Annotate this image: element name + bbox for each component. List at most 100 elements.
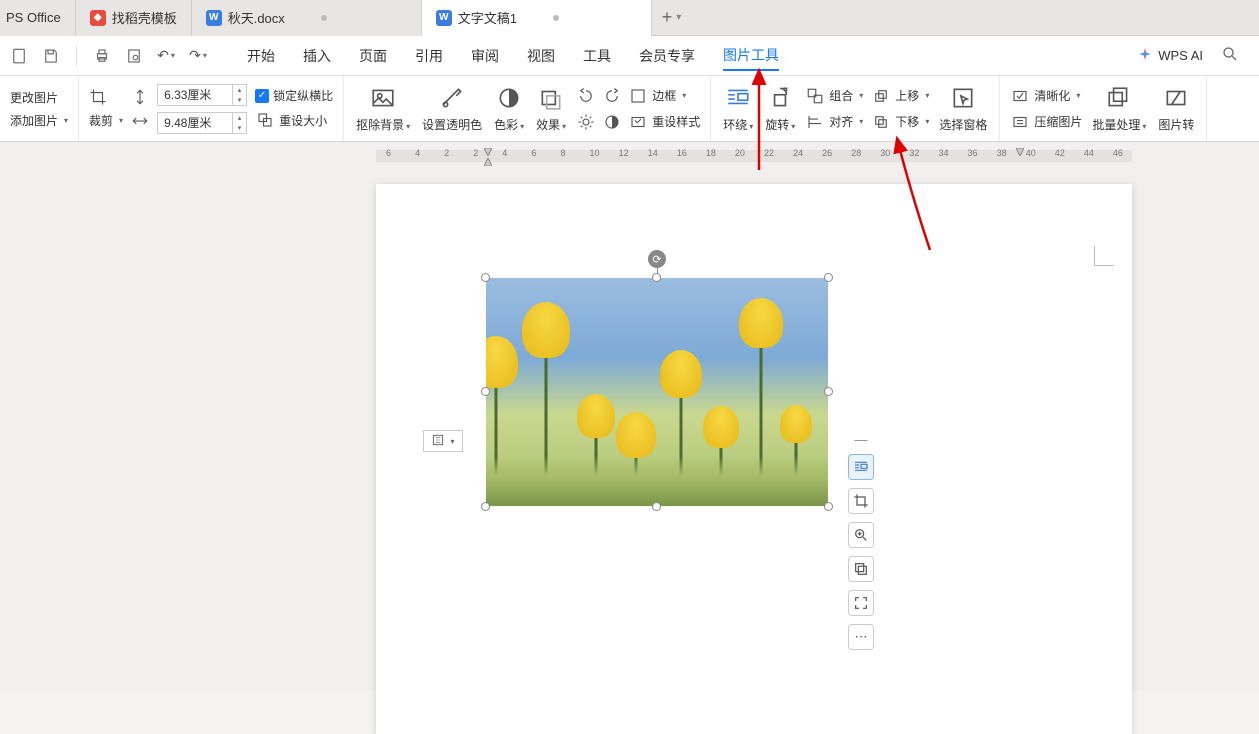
side-duplicate-button[interactable] xyxy=(848,556,874,582)
save-icon[interactable] xyxy=(42,47,60,65)
align-icon xyxy=(805,112,825,132)
side-zoom-button[interactable] xyxy=(848,522,874,548)
effect-button[interactable]: 效果▾ xyxy=(534,84,568,133)
new-tab-button[interactable]: + ▾ xyxy=(652,7,692,28)
resize-handle-se[interactable] xyxy=(824,502,833,511)
app-tab[interactable]: PS Office xyxy=(0,0,76,36)
change-picture-button[interactable]: 更改图片 xyxy=(10,89,68,106)
indent-marker[interactable] xyxy=(484,148,492,156)
layout-options-button[interactable]: ▾ xyxy=(423,430,463,452)
rotate-right-icon[interactable] xyxy=(602,86,622,106)
set-transparent-button[interactable]: 设置透明色 xyxy=(420,84,484,133)
image-placeholder xyxy=(486,278,828,506)
ruler-tick: 42 xyxy=(1055,148,1065,158)
wrap-button[interactable]: 环绕▾ xyxy=(721,84,755,133)
width-icon xyxy=(131,112,149,130)
resize-handle-sw[interactable] xyxy=(481,502,490,511)
side-more-button[interactable]: ⋯ xyxy=(848,624,874,650)
reset-style-icon xyxy=(628,112,648,132)
tab-dirty-icon xyxy=(321,15,327,21)
resize-handle-nw[interactable] xyxy=(481,273,490,282)
resize-handle-s[interactable] xyxy=(652,502,661,511)
border-button[interactable]: 边框▾ xyxy=(628,86,686,106)
clarity-button[interactable]: 清晰化▾ xyxy=(1010,86,1082,106)
ruler-tick: 28 xyxy=(851,148,861,158)
down-icon xyxy=(871,112,891,132)
wps-ai-button[interactable]: WPS AI xyxy=(1138,47,1203,64)
preview-icon[interactable] xyxy=(125,47,143,65)
selected-image[interactable]: ⟳ xyxy=(486,278,828,506)
group-icon xyxy=(805,86,825,106)
ribbon-group-adjust: 抠除背景▾ 设置透明色 色彩▾ 效果▾ 边框▾ 重设样式 xyxy=(344,76,711,141)
move-down-button[interactable]: 下移▾ xyxy=(871,112,929,132)
color-icon xyxy=(495,84,523,112)
side-fullscreen-button[interactable] xyxy=(848,590,874,616)
move-up-button[interactable]: 上移▾ xyxy=(871,86,929,106)
contrast-icon[interactable] xyxy=(602,112,622,132)
horizontal-ruler[interactable]: 6422468101214161820222426283032343638404… xyxy=(376,148,1132,164)
resize-handle-ne[interactable] xyxy=(824,273,833,282)
height-input[interactable]: 6.33厘米▴▾ xyxy=(157,84,247,106)
crop-button[interactable]: 裁剪▾ xyxy=(89,112,123,129)
print-icon[interactable] xyxy=(93,47,111,65)
reset-style-button[interactable]: 重设样式 xyxy=(628,112,700,132)
undo-icon[interactable]: ↶▾ xyxy=(157,47,175,65)
selection-pane-button[interactable]: 选择窗格 xyxy=(937,84,989,133)
border-icon xyxy=(628,86,648,106)
redo-icon[interactable]: ↷▾ xyxy=(189,47,207,65)
lock-ratio-checkbox[interactable]: ✓锁定纵横比 xyxy=(255,87,333,104)
remove-bg-button[interactable]: 抠除背景▾ xyxy=(354,84,412,133)
menu-reference[interactable]: 引用 xyxy=(415,42,443,70)
doc-tab-autumn[interactable]: W 秋天.docx xyxy=(192,0,422,36)
collapse-icon[interactable]: — xyxy=(848,432,874,446)
resize-handle-w[interactable] xyxy=(481,387,490,396)
menu-bar: ↶▾ ↷▾ 开始 插入 页面 引用 审阅 视图 工具 会员专享 图片工具 WPS… xyxy=(0,36,1259,76)
width-input[interactable]: 9.48厘米▴▾ xyxy=(157,112,247,134)
menu-start[interactable]: 开始 xyxy=(247,42,275,70)
file-icon[interactable] xyxy=(10,47,28,65)
reset-size-button[interactable]: 重设大小 xyxy=(255,110,333,130)
brightness-icon[interactable] xyxy=(576,112,596,132)
doc-tab-current[interactable]: W 文字文稿1 xyxy=(422,0,652,36)
side-wrap-button[interactable] xyxy=(848,454,874,480)
side-crop-button[interactable] xyxy=(848,488,874,514)
resize-handle-n[interactable] xyxy=(652,273,661,282)
indent-marker[interactable] xyxy=(484,158,492,166)
menu-tools[interactable]: 工具 xyxy=(583,42,611,70)
rotate-button[interactable]: 旋转▾ xyxy=(763,84,797,133)
page[interactable]: ⟳ xyxy=(376,184,1132,734)
word-icon: W xyxy=(436,10,452,26)
ruler-tick: 24 xyxy=(793,148,803,158)
menu-page[interactable]: 页面 xyxy=(359,42,387,70)
rotate-handle[interactable]: ⟳ xyxy=(648,250,666,268)
image-side-toolbar: — ⋯ xyxy=(848,432,874,650)
app-name: PS Office xyxy=(6,10,61,25)
batch-button[interactable]: 批量处理▾ xyxy=(1090,84,1148,133)
ruler-tick: 22 xyxy=(764,148,774,158)
menu-picture-tools[interactable]: 图片工具 xyxy=(723,41,779,71)
menu-insert[interactable]: 插入 xyxy=(303,42,331,70)
convert-icon xyxy=(1162,84,1190,112)
doc-tab-templates[interactable]: ◆ 找稻壳模板 xyxy=(76,0,192,36)
add-picture-button[interactable]: 添加图片▾ xyxy=(10,112,68,129)
menu-member[interactable]: 会员专享 xyxy=(639,42,695,70)
color-button[interactable]: 色彩▾ xyxy=(492,84,526,133)
selection-pane-icon xyxy=(949,84,977,112)
indent-marker[interactable] xyxy=(1016,148,1024,156)
search-icon[interactable] xyxy=(1221,45,1239,66)
resize-handle-e[interactable] xyxy=(824,387,833,396)
rotate-left-icon[interactable] xyxy=(576,86,596,106)
ruler-tick: 20 xyxy=(735,148,745,158)
height-icon xyxy=(131,88,149,106)
ruler-tick: 38 xyxy=(997,148,1007,158)
convert-button[interactable]: 图片转 xyxy=(1156,84,1196,133)
ruler-tick: 30 xyxy=(880,148,890,158)
up-icon xyxy=(871,86,891,106)
menu-review[interactable]: 审阅 xyxy=(471,42,499,70)
ruler-tick: 4 xyxy=(502,148,507,158)
align-button[interactable]: 对齐▾ xyxy=(805,112,863,132)
compress-button[interactable]: 压缩图片 xyxy=(1010,112,1082,132)
group-button[interactable]: 组合▾ xyxy=(805,86,863,106)
menu-view[interactable]: 视图 xyxy=(527,42,555,70)
crop-tool-icon[interactable] xyxy=(89,88,123,106)
